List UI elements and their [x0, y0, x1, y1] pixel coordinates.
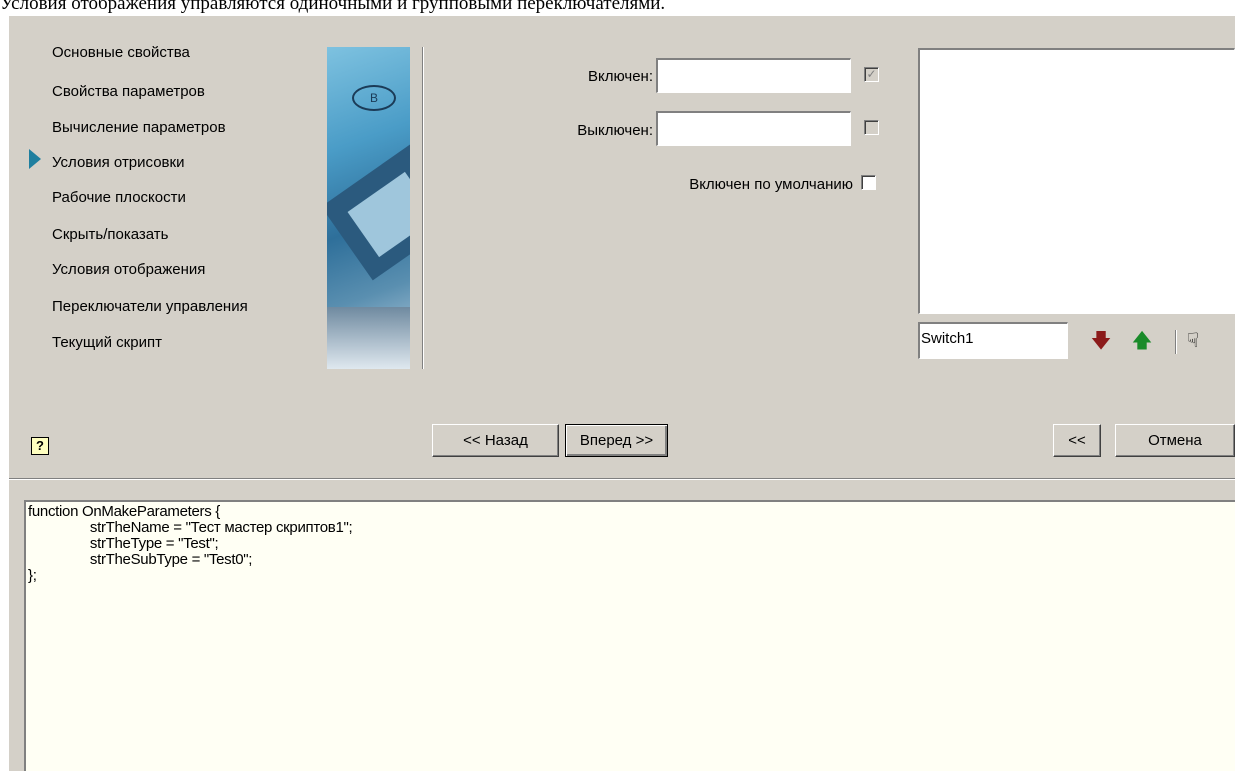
script-code-editor[interactable]: function OnMakeParameters { strTheName =…	[24, 500, 1235, 771]
step-draw-conditions[interactable]: Условия отрисовки	[52, 152, 184, 174]
back-button[interactable]: << Назад	[432, 424, 559, 457]
step-parameter-calculation[interactable]: Вычисление параметров	[52, 117, 226, 139]
off-label: Выключен:	[577, 122, 653, 139]
step-main-properties[interactable]: Основные свойства	[52, 42, 190, 64]
switch-name-input[interactable]: Switch1	[918, 322, 1068, 359]
cancel-button[interactable]: Отмена	[1115, 424, 1235, 457]
step-parameter-properties[interactable]: Свойства параметров	[52, 81, 205, 103]
move-down-icon[interactable]: 🡇	[1089, 329, 1113, 353]
off-field[interactable]	[656, 111, 851, 146]
wizard-steps-nav: Основные свойства Свойства параметров Вы…	[9, 16, 329, 376]
next-button[interactable]: Вперед >>	[565, 424, 668, 457]
caption-text: Условия отображения управляются одиночны…	[0, 0, 666, 14]
on-label: Включен:	[587, 68, 653, 85]
step-display-conditions[interactable]: Условия отображения	[52, 259, 205, 281]
collapse-button[interactable]: <<	[1053, 424, 1101, 457]
off-checkbox[interactable]	[864, 120, 879, 135]
step-work-planes[interactable]: Рабочие плоскости	[52, 187, 186, 209]
hand-pointer-icon[interactable]: ☟	[1181, 329, 1205, 353]
toolbar-separator	[1175, 330, 1177, 354]
default-on-label: Включен по умолчанию	[689, 176, 853, 193]
move-up-icon[interactable]: 🡅	[1130, 329, 1154, 353]
help-icon[interactable]: ?	[31, 437, 49, 455]
wizard-side-image: B	[327, 47, 410, 369]
image-badge: B	[352, 85, 396, 111]
step-hide-show[interactable]: Скрыть/показать	[52, 224, 168, 246]
active-step-arrow-icon	[29, 149, 41, 169]
on-field[interactable]	[656, 58, 851, 93]
step-current-script[interactable]: Текущий скрипт	[52, 332, 162, 354]
dialog-divider	[9, 478, 1235, 480]
nav-divider	[422, 47, 424, 369]
switch-list[interactable]	[918, 48, 1235, 314]
script-wizard-dialog: Основные свойства Свойства параметров Вы…	[9, 16, 1235, 771]
on-checkbox[interactable]: ✓	[864, 67, 879, 82]
default-on-checkbox[interactable]	[861, 175, 876, 190]
step-control-switches[interactable]: Переключатели управления	[52, 296, 248, 318]
